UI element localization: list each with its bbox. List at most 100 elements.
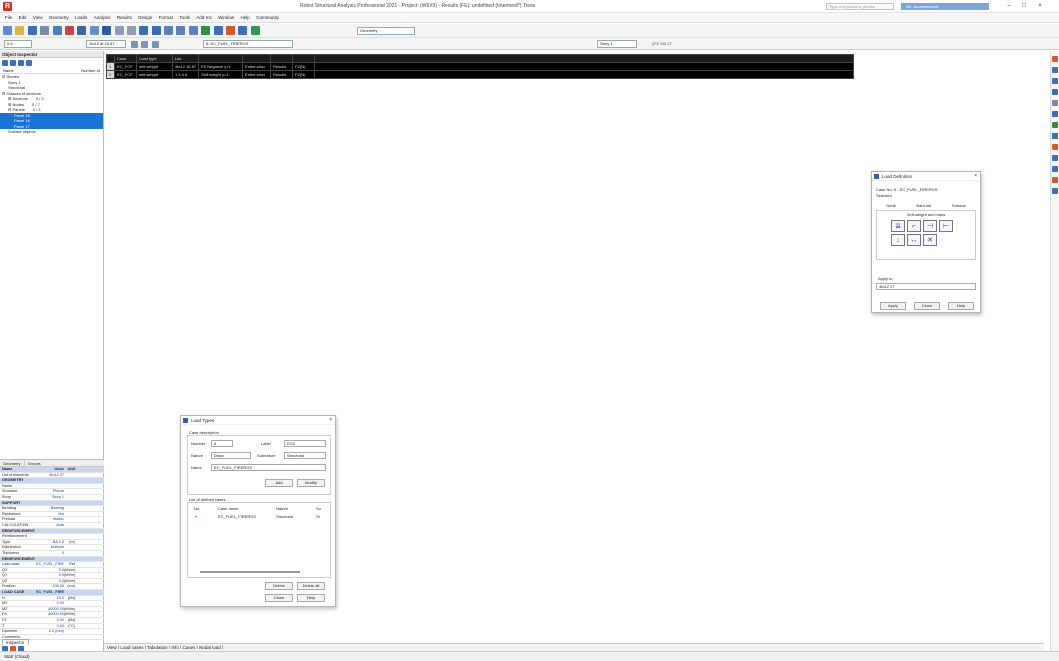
redo-icon[interactable]	[126, 26, 136, 35]
point-load-icon[interactable]: ⊢	[939, 220, 953, 232]
column-5[interactable]	[242, 54, 272, 63]
table-cell[interactable]: Self-weight y=1	[198, 70, 244, 79]
menu-file[interactable]: File	[5, 13, 12, 23]
offsets-icon[interactable]	[1052, 100, 1058, 106]
table-cell[interactable]: 1 3 4 6	[171, 70, 200, 79]
tree-node[interactable]: Surface objects	[0, 129, 103, 135]
table-cell[interactable]: Results	[270, 62, 294, 71]
mesh-icon[interactable]	[1052, 122, 1058, 128]
table-icon[interactable]	[151, 26, 161, 35]
open-icon[interactable]	[15, 26, 25, 35]
account-button[interactable]: AE: Access/Invent	[901, 3, 989, 10]
menu-design[interactable]: Design	[138, 13, 152, 23]
search-icon[interactable]	[18, 60, 24, 66]
apply-button[interactable]: Apply	[880, 302, 906, 310]
menu-format[interactable]: Format	[159, 13, 173, 23]
column-6[interactable]	[270, 54, 294, 63]
maximize-button[interactable]: □	[1017, 2, 1031, 11]
table-cell[interactable]: Entire struc	[242, 70, 272, 79]
row-number[interactable]: 2	[106, 70, 115, 79]
tab-inspector[interactable]: Inspector	[2, 639, 29, 645]
grid-icon[interactable]	[151, 41, 159, 48]
results-icon[interactable]	[226, 26, 236, 35]
save-icon[interactable]	[27, 26, 37, 35]
delete-button[interactable]: Delete	[265, 582, 293, 590]
tab-geometry[interactable]: Geometry	[0, 460, 25, 466]
column-4[interactable]	[198, 54, 244, 63]
horizontal-scrollbar[interactable]	[200, 571, 300, 573]
panel-icon[interactable]	[1052, 111, 1058, 117]
support-icon[interactable]	[1052, 56, 1058, 62]
print-icon[interactable]	[40, 26, 50, 35]
search-input[interactable]: Type a keyword or phrase	[826, 3, 894, 10]
cut-icon[interactable]	[64, 26, 74, 35]
table-cell[interactable]: 4to12 16 87	[171, 62, 200, 71]
design-icon[interactable]	[1052, 188, 1058, 194]
nodes-icon[interactable]	[1052, 78, 1058, 84]
close-button[interactable]: Close	[914, 302, 940, 310]
menu-loads[interactable]: Loads	[75, 13, 87, 23]
story-combo[interactable]: Story 1	[597, 40, 637, 48]
section-icon[interactable]	[213, 26, 223, 35]
menu-window[interactable]: Window	[218, 13, 234, 23]
section-icon[interactable]	[1052, 133, 1058, 139]
sort-icon[interactable]	[10, 60, 16, 66]
remove-load-icon[interactable]: ✕	[923, 234, 937, 246]
app-logo-icon[interactable]: R	[3, 2, 12, 11]
column-load-type[interactable]: Load type	[135, 54, 173, 63]
dialog-close-button[interactable]: Close	[265, 594, 293, 602]
table-cell[interactable]: FZ(N)	[292, 70, 315, 79]
horizontal-load-icon[interactable]: ↔	[907, 234, 921, 246]
menu-analysis[interactable]: Analysis	[94, 13, 111, 23]
zoom-out-icon[interactable]	[176, 26, 186, 35]
table-cell[interactable]: Entire struc	[242, 62, 272, 71]
menu-edit[interactable]: Edit	[19, 13, 27, 23]
refresh-icon[interactable]	[26, 60, 32, 66]
bars-icon[interactable]	[1052, 67, 1058, 73]
layout-icon[interactable]	[250, 26, 260, 35]
menu-addins[interactable]: Add-Ins	[196, 13, 212, 23]
tab-groups[interactable]: Groups	[25, 460, 44, 466]
view-combo[interactable]: 0.5	[4, 40, 32, 48]
undo-icon[interactable]	[114, 26, 124, 35]
column-case[interactable]: Case	[113, 54, 137, 63]
menu-geometry[interactable]: Geometry	[49, 13, 69, 23]
table-cell[interactable]: FZ(N)	[292, 62, 315, 71]
structure-icon[interactable]	[238, 26, 248, 35]
combination-icon[interactable]	[1052, 177, 1058, 183]
trapezoid-load-icon[interactable]: ⊣	[923, 220, 937, 232]
view-tabs[interactable]: View \ Load cases \ Tabulation \ Info \ …	[104, 643, 1044, 651]
table-cell[interactable]: Results	[270, 70, 294, 79]
list-item[interactable]: ➔ EC_FUEL_FIREROS Structural St	[188, 511, 330, 519]
column-7[interactable]	[292, 54, 315, 63]
table-cell[interactable]: PZ Negative y=1	[198, 62, 244, 71]
self-weight-icon[interactable]: ⇊	[891, 220, 905, 232]
table-row[interactable]: 2 EC_FCF self-weight 1 3 4 6 Self-weight y=1…	[106, 70, 854, 79]
table-cell[interactable]: self-weight	[135, 62, 173, 71]
filter-icon[interactable]	[141, 41, 149, 48]
column-list[interactable]: List	[171, 54, 200, 63]
selection-combo[interactable]: 1to12 at 16 87	[86, 40, 126, 48]
close-button[interactable]: ×	[1033, 2, 1047, 11]
close-icon[interactable]: ×	[329, 416, 332, 425]
copy-icon[interactable]	[77, 26, 87, 35]
selection-icon[interactable]	[201, 26, 211, 35]
modify-button[interactable]: Modify	[297, 479, 325, 487]
paste-icon[interactable]	[89, 26, 99, 35]
help-button[interactable]: Help	[948, 302, 974, 310]
material-icon[interactable]	[1052, 166, 1058, 172]
menu-community[interactable]: Community	[256, 13, 279, 23]
menu-view[interactable]: View	[33, 13, 43, 23]
gravity-load-icon[interactable]: ↓	[891, 234, 905, 246]
add-button[interactable]: Add	[265, 479, 293, 487]
zoom-in-icon[interactable]	[164, 26, 174, 35]
close-icon[interactable]: ×	[974, 172, 977, 181]
table-row[interactable]: 1 EC_FCF self-weight 4to12 16 87 PZ Negative…	[106, 62, 854, 71]
number-input[interactable]: 5	[211, 440, 233, 447]
apply-to-input[interactable]: 4to12 27	[876, 283, 976, 290]
uniform-load-icon[interactable]: ⌐	[907, 220, 921, 232]
calc-icon[interactable]	[139, 26, 149, 35]
table-cell[interactable]: EC_FCF	[113, 62, 137, 71]
releases-icon[interactable]	[1052, 89, 1058, 95]
subnature-select[interactable]: Structural	[284, 452, 326, 459]
